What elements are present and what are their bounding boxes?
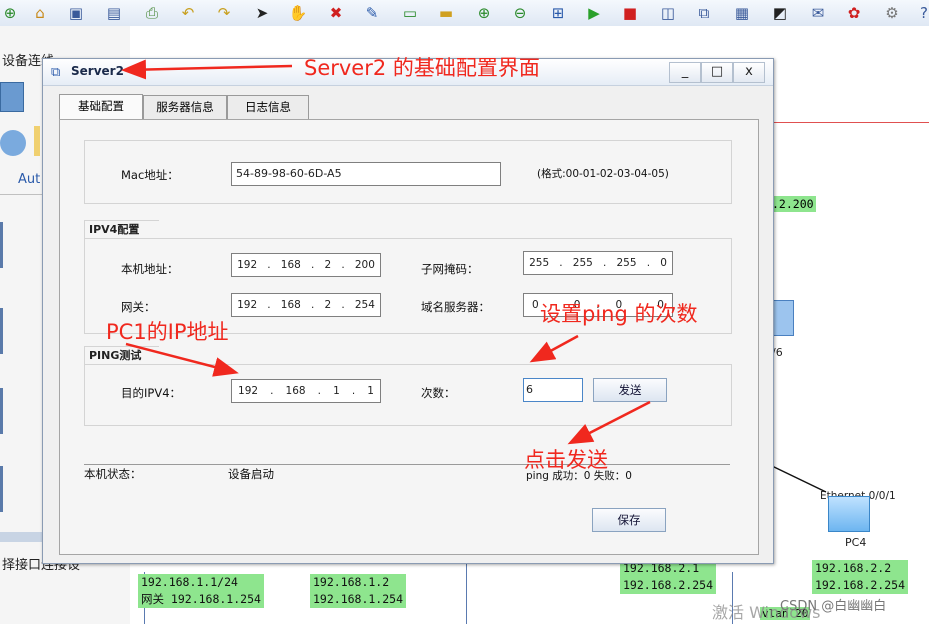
arrow-to-dest-ip — [125, 342, 239, 377]
arrow-to-ping-count — [529, 334, 579, 363]
arrow-to-title — [121, 59, 293, 80]
annotation-arrows — [121, 59, 651, 445]
arrow-to-send — [567, 400, 651, 445]
